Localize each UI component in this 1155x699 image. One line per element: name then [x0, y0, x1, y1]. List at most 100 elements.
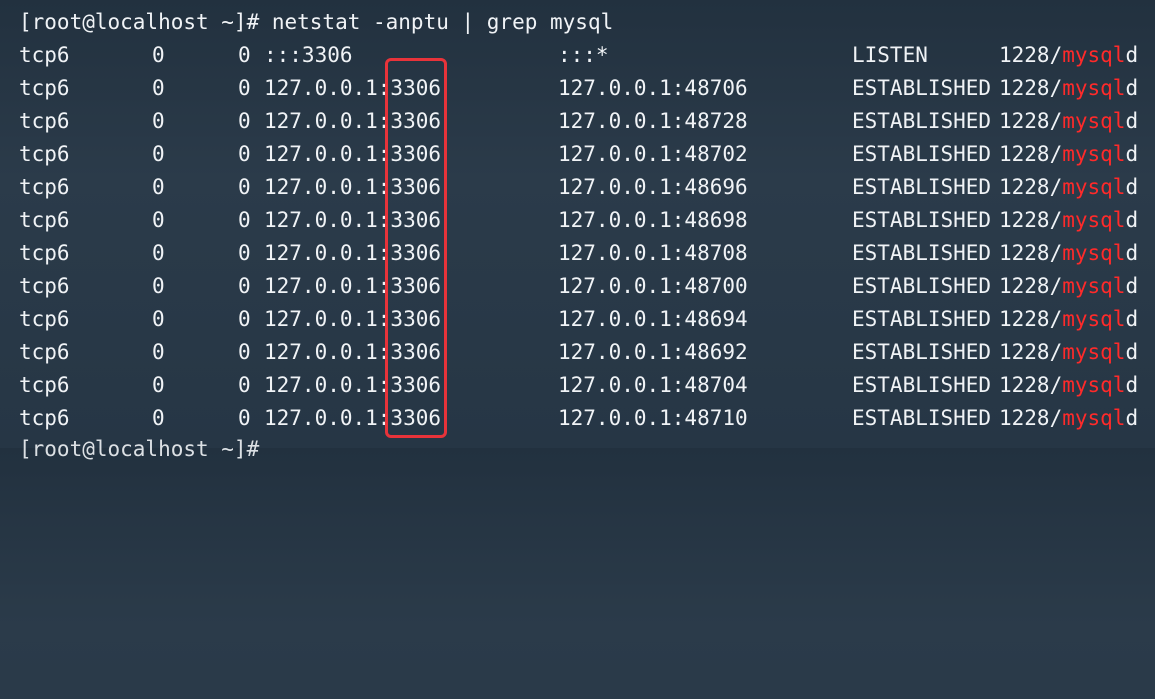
pid-text: 1228/	[999, 241, 1063, 265]
table-row: tcp6 0 0 127.0.0.1:3306 127.0.0.1:48692 …	[0, 336, 1138, 369]
program-suffix: d	[1125, 340, 1139, 364]
recvq-cell: 0	[152, 373, 165, 397]
proto-cell: tcp6	[19, 241, 70, 265]
recvq-cell: 0	[152, 274, 165, 298]
proto-cell: tcp6	[19, 406, 70, 430]
foreign-address-cell: 127.0.0.1:48708	[558, 241, 748, 265]
recvq-cell: 0	[152, 76, 165, 100]
pid-text: 1228/	[999, 340, 1063, 364]
table-row: tcp6 0 0 127.0.0.1:3306 127.0.0.1:48706 …	[0, 72, 1138, 105]
table-row: tcp6 0 0 127.0.0.1:3306 127.0.0.1:48702 …	[0, 138, 1138, 171]
foreign-address-cell: 127.0.0.1:48698	[558, 208, 748, 232]
recvq-cell: 0	[152, 175, 165, 199]
proto-cell: tcp6	[19, 274, 70, 298]
pid-program-cell: 1228/mysqld	[999, 204, 1138, 237]
grep-match-highlight: mysql	[1062, 43, 1126, 67]
state-cell: ESTABLISHED	[852, 406, 992, 430]
sendq-cell: 0	[238, 208, 251, 232]
table-row: tcp6 0 0 127.0.0.1:3306 127.0.0.1:48728 …	[0, 105, 1138, 138]
program-suffix: d	[1125, 76, 1139, 100]
program-suffix: d	[1125, 307, 1139, 331]
state-cell: ESTABLISHED	[852, 307, 992, 331]
proto-cell: tcp6	[19, 43, 70, 67]
table-row: tcp6 0 0 :::3306 :::* LISTEN 1228/mysqld	[0, 39, 1138, 72]
proto-cell: tcp6	[19, 109, 70, 133]
local-address-cell: 127.0.0.1:3306	[264, 274, 442, 298]
recvq-cell: 0	[152, 208, 165, 232]
table-row: tcp6 0 0 127.0.0.1:3306 127.0.0.1:48696 …	[0, 171, 1138, 204]
grep-match-highlight: mysql	[1062, 175, 1126, 199]
pid-program-cell: 1228/mysqld	[999, 171, 1138, 204]
foreign-address-cell: 127.0.0.1:48704	[558, 373, 748, 397]
local-address-cell: 127.0.0.1:3306	[264, 406, 442, 430]
pid-program-cell: 1228/mysqld	[999, 270, 1138, 303]
sendq-cell: 0	[238, 142, 251, 166]
program-suffix: d	[1125, 175, 1139, 199]
pid-program-cell: 1228/mysqld	[999, 39, 1138, 72]
pid-text: 1228/	[999, 406, 1063, 430]
local-address-cell: 127.0.0.1:3306	[264, 241, 442, 265]
program-suffix: d	[1125, 241, 1139, 265]
table-row: tcp6 0 0 127.0.0.1:3306 127.0.0.1:48704 …	[0, 369, 1138, 402]
pid-program-cell: 1228/mysqld	[999, 402, 1138, 435]
sendq-cell: 0	[238, 175, 251, 199]
command-prompt-line: [root@localhost ~]# netstat -anptu | gre…	[19, 10, 614, 34]
state-cell: ESTABLISHED	[852, 142, 992, 166]
pid-text: 1228/	[999, 175, 1063, 199]
state-cell: ESTABLISHED	[852, 76, 992, 100]
pid-program-cell: 1228/mysqld	[999, 336, 1138, 369]
proto-cell: tcp6	[19, 76, 70, 100]
state-cell: LISTEN	[852, 43, 928, 67]
foreign-address-cell: 127.0.0.1:48692	[558, 340, 748, 364]
foreign-address-cell: 127.0.0.1:48694	[558, 307, 748, 331]
recvq-cell: 0	[152, 43, 165, 67]
sendq-cell: 0	[238, 43, 251, 67]
program-suffix: d	[1125, 208, 1139, 232]
foreign-address-cell: 127.0.0.1:48696	[558, 175, 748, 199]
state-cell: ESTABLISHED	[852, 373, 992, 397]
local-address-cell: :::3306	[264, 43, 353, 67]
state-cell: ESTABLISHED	[852, 109, 992, 133]
pid-text: 1228/	[999, 76, 1063, 100]
grep-match-highlight: mysql	[1062, 208, 1126, 232]
pid-text: 1228/	[999, 43, 1063, 67]
sendq-cell: 0	[238, 307, 251, 331]
sendq-cell: 0	[238, 76, 251, 100]
grep-match-highlight: mysql	[1062, 274, 1126, 298]
program-suffix: d	[1125, 274, 1139, 298]
grep-match-highlight: mysql	[1062, 241, 1126, 265]
foreign-address-cell: 127.0.0.1:48728	[558, 109, 748, 133]
local-address-cell: 127.0.0.1:3306	[264, 373, 442, 397]
local-address-cell: 127.0.0.1:3306	[264, 307, 442, 331]
terminal-window[interactable]: [root@localhost ~]# netstat -anptu | gre…	[0, 0, 1155, 461]
recvq-cell: 0	[152, 406, 165, 430]
proto-cell: tcp6	[19, 142, 70, 166]
pid-program-cell: 1228/mysqld	[999, 369, 1138, 402]
program-suffix: d	[1125, 43, 1139, 67]
table-row: tcp6 0 0 127.0.0.1:3306 127.0.0.1:48698 …	[0, 204, 1138, 237]
table-row: tcp6 0 0 127.0.0.1:3306 127.0.0.1:48710 …	[0, 402, 1138, 435]
pid-program-cell: 1228/mysqld	[999, 72, 1138, 105]
program-suffix: d	[1125, 373, 1139, 397]
state-cell: ESTABLISHED	[852, 340, 992, 364]
grep-match-highlight: mysql	[1062, 406, 1126, 430]
program-suffix: d	[1125, 406, 1139, 430]
local-address-cell: 127.0.0.1:3306	[264, 175, 442, 199]
proto-cell: tcp6	[19, 340, 70, 364]
pid-program-cell: 1228/mysqld	[999, 138, 1138, 171]
pid-program-cell: 1228/mysqld	[999, 303, 1138, 336]
recvq-cell: 0	[152, 307, 165, 331]
grep-match-highlight: mysql	[1062, 307, 1126, 331]
sendq-cell: 0	[238, 373, 251, 397]
pid-text: 1228/	[999, 142, 1063, 166]
recvq-cell: 0	[152, 109, 165, 133]
local-address-cell: 127.0.0.1:3306	[264, 109, 442, 133]
pid-text: 1228/	[999, 109, 1063, 133]
sendq-cell: 0	[238, 109, 251, 133]
grep-match-highlight: mysql	[1062, 109, 1126, 133]
local-address-cell: 127.0.0.1:3306	[264, 76, 442, 100]
grep-match-highlight: mysql	[1062, 76, 1126, 100]
pid-text: 1228/	[999, 307, 1063, 331]
pid-text: 1228/	[999, 208, 1063, 232]
grep-match-highlight: mysql	[1062, 142, 1126, 166]
